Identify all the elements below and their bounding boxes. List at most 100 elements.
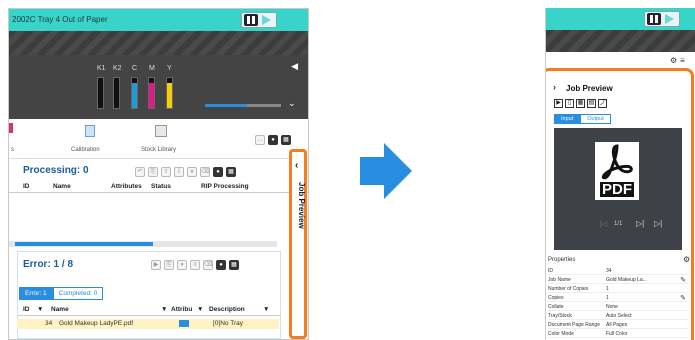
grid-icon[interactable]: ▦: [226, 167, 236, 177]
pause-button[interactable]: [244, 14, 258, 26]
property-key: Collate: [548, 304, 564, 310]
more-icon[interactable]: …: [255, 135, 265, 145]
processing-actions: ↶ ⎘ ⇧ ⇩ ⏸ ⌫ ● ▦: [135, 167, 236, 177]
job-preview-side-tab[interactable]: ‹ Job Preview: [289, 149, 307, 339]
gear-icon[interactable]: ●: [268, 135, 278, 145]
last-page-icon[interactable]: ▷|: [654, 219, 662, 228]
copy-icon[interactable]: ⎘: [148, 167, 158, 177]
list-icon[interactable]: ≡: [190, 260, 200, 270]
play-button[interactable]: [262, 15, 271, 25]
table-row[interactable]: 34 Gold Makeup LadyPE.pdf [0]No Tray: [17, 319, 279, 329]
filter-icon[interactable]: ▼: [161, 306, 167, 313]
pdf-icon: PDF: [595, 142, 639, 200]
filter-icon[interactable]: ▼: [263, 306, 269, 313]
status-stripes: [9, 31, 308, 55]
scrollbar-thumb[interactable]: [15, 242, 153, 246]
gear-icon[interactable]: ●: [216, 260, 226, 270]
ink-level-bar: [113, 77, 120, 109]
grid-icon[interactable]: ▦: [229, 260, 239, 270]
title-bar: [546, 8, 695, 30]
chevron-down-icon[interactable]: ⌄: [288, 98, 296, 109]
property-value: All Pages: [606, 322, 628, 328]
horizontal-scrollbar[interactable]: [9, 241, 277, 247]
thumbnails-icon[interactable]: ▤: [587, 99, 596, 108]
job-preview-tab-label: Job Preview: [297, 182, 306, 229]
ink-panel: ◀ K1 K2 C M Y ⌄: [9, 31, 308, 119]
zoom-slider[interactable]: [205, 104, 281, 107]
chevron-left-icon: ‹: [295, 160, 299, 171]
property-key: ID: [548, 268, 553, 274]
hold-icon[interactable]: ⏸: [187, 167, 197, 177]
processing-table-header: ID Name Attributes Status RIP Processing: [9, 181, 308, 193]
error-actions: ▶ ⎘ ⏸ ≡ ⌫ ● ▦: [151, 260, 239, 270]
reprint-icon[interactable]: ▶: [151, 260, 161, 270]
grid-icon[interactable]: ▦: [281, 135, 291, 145]
menu-icon[interactable]: ≡: [680, 56, 685, 65]
processing-title: Processing: 0: [23, 165, 89, 176]
column-header[interactable]: Status: [151, 183, 171, 190]
properties-title: Properties: [548, 257, 576, 263]
calibration-icon[interactable]: [85, 125, 95, 137]
preview-toolbar: ▶ ▯ ▦ ▤ ⤴: [554, 99, 607, 108]
move-down-icon[interactable]: ⇩: [174, 167, 184, 177]
edit-icon[interactable]: ✎: [680, 294, 686, 302]
job-preview-title: Job Preview: [566, 84, 613, 93]
function-toolbar: s Calibration Stock Library … ● ▦: [9, 119, 308, 159]
grid-icon[interactable]: ▦: [576, 99, 585, 108]
column-header[interactable]: ID: [23, 306, 30, 313]
preview-tabs: Input Output: [554, 114, 611, 124]
page-icon[interactable]: ▯: [565, 99, 574, 108]
column-header[interactable]: Description: [209, 306, 245, 313]
tab-output[interactable]: Output: [580, 114, 611, 124]
filter-icon[interactable]: ▼: [197, 306, 203, 313]
column-header[interactable]: Attributes: [111, 183, 142, 190]
property-value: Gold Makeup La...: [606, 277, 647, 283]
next-page-icon[interactable]: ▷|: [636, 219, 644, 228]
gear-icon[interactable]: ⚙: [683, 255, 690, 264]
ink-label-m: M: [149, 65, 155, 72]
column-header[interactable]: Name: [53, 183, 71, 190]
gear-icon[interactable]: ⚙: [670, 56, 677, 65]
edit-icon[interactable]: ✎: [680, 276, 686, 284]
stock-library-label[interactable]: Stock Library: [141, 147, 176, 153]
print-controls: [644, 11, 680, 27]
export-icon[interactable]: ⤴: [598, 99, 607, 108]
column-header[interactable]: ID: [23, 183, 30, 190]
settings-buttons: ⚙ ≡: [670, 56, 685, 65]
calibration-label[interactable]: Calibration: [71, 147, 100, 153]
delete-icon[interactable]: ⌫: [200, 167, 210, 177]
hold-icon[interactable]: ⏸: [177, 260, 187, 270]
filter-icon[interactable]: ▼: [37, 306, 43, 313]
gear-icon[interactable]: ●: [213, 167, 223, 177]
status-stripes: [546, 30, 695, 52]
error-tabs: Error: 1 Completed: 0: [19, 287, 104, 300]
property-row: ID 34: [548, 267, 688, 275]
delete-icon[interactable]: ⌫: [203, 260, 213, 270]
first-page-icon[interactable]: |◁: [600, 220, 607, 228]
color-attribute-icon: [179, 320, 189, 327]
printer-status-title: 2002C Tray 4 Out of Paper: [12, 15, 108, 24]
collapse-left-icon[interactable]: ◀: [291, 61, 298, 72]
tab-error[interactable]: Error: 1: [19, 287, 53, 300]
pause-button[interactable]: [647, 13, 661, 25]
undo-icon[interactable]: ↶: [135, 167, 145, 177]
play-button[interactable]: [665, 14, 674, 24]
chevron-right-icon[interactable]: ›: [553, 82, 556, 92]
column-header[interactable]: RIP Processing: [201, 183, 249, 190]
property-row: Collate None: [548, 303, 688, 311]
preview-area: PDF |◁ 1/1 ▷| ▷|: [554, 128, 682, 250]
column-header[interactable]: Attribu: [171, 306, 192, 313]
move-up-icon[interactable]: ⇧: [161, 167, 171, 177]
property-key: Color Mode: [548, 331, 574, 337]
property-value: 1: [606, 286, 609, 292]
stock-library-icon[interactable]: [155, 125, 167, 137]
property-key: Document Page Range: [548, 322, 600, 328]
app-icon-fragment[interactable]: [9, 123, 13, 133]
play-icon[interactable]: ▶: [554, 99, 563, 108]
tab-input[interactable]: Input: [554, 114, 581, 124]
tab-completed[interactable]: Completed: 0: [52, 287, 104, 300]
copy-icon[interactable]: ⎘: [164, 260, 174, 270]
property-row: Color Mode Full Color: [548, 330, 688, 338]
error-table-header: ID ▼ Name ▼ Attribu ▼ Description ▼: [17, 304, 281, 316]
column-header[interactable]: Name: [51, 306, 69, 313]
